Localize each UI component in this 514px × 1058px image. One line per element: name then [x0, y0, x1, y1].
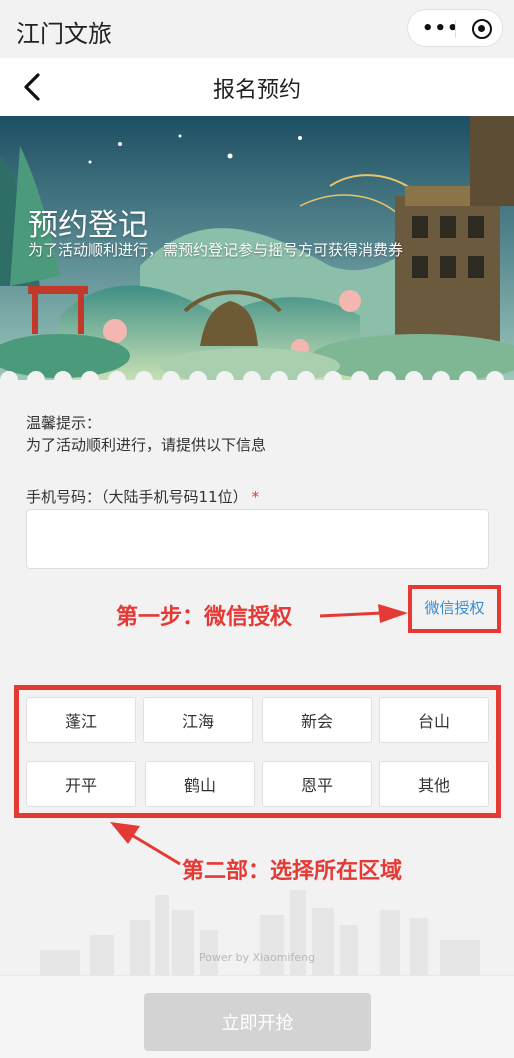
region-button-kaiping[interactable]: 开平	[26, 761, 136, 807]
submit-button[interactable]: 立即开抢	[144, 993, 371, 1051]
banner: 预约登记 为了活动顺利进行，需预约登记参与摇号方可获得消费券	[0, 116, 514, 380]
tip-title: 温馨提示：	[26, 414, 102, 432]
capsule-menu: •••	[407, 9, 503, 47]
wechat-auth-link[interactable]: 微信授权	[412, 597, 497, 618]
banner-title: 预约登记	[28, 208, 148, 243]
app-title: 江门文旅	[16, 20, 112, 48]
tip-text: 为了活动顺利进行，请提供以下信息	[26, 436, 267, 454]
phone-label-text: 手机号码：（大陆手机号码11位）	[26, 488, 248, 506]
wechat-auth-highlight: 微信授权	[408, 585, 501, 633]
page-title: 报名预约	[212, 78, 301, 103]
page: 江门文旅 ••• 报名预约 预约登记 为了活动顺利进行，需预约登记参与摇号方可获…	[0, 0, 514, 1058]
capsule-divider	[455, 20, 456, 38]
navbar: 报名预约	[0, 58, 514, 116]
arrow-right-icon	[319, 604, 408, 623]
region-button-xinhui[interactable]: 新会	[262, 697, 372, 743]
mini-program-topbar: 江门文旅 •••	[0, 0, 514, 58]
region-button-enping[interactable]: 恩平	[262, 761, 372, 807]
region-button-heshan[interactable]: 鹤山	[145, 761, 255, 807]
banner-subtitle: 为了活动顺利进行，需预约登记参与摇号方可获得消费券	[28, 241, 404, 259]
region-button-other[interactable]: 其他	[379, 761, 489, 807]
target-icon[interactable]	[472, 19, 492, 39]
region-grid: 蓬江 江海 新会 台山 开平 鹤山 恩平 其他	[26, 697, 490, 807]
bottom-bar: 立即开抢	[0, 975, 514, 1058]
more-dots-icon[interactable]: •••	[422, 18, 460, 39]
city-skyline-illustration	[40, 890, 480, 980]
phone-input[interactable]	[26, 509, 489, 569]
region-button-taishan[interactable]: 台山	[379, 697, 489, 743]
required-mark: *	[251, 488, 260, 506]
powered-by-text: Power by Xiaomifeng	[198, 951, 316, 964]
region-button-jianghai[interactable]: 江海	[143, 697, 253, 743]
phone-label: 手机号码：（大陆手机号码11位） *	[26, 486, 259, 507]
arrow-up-left-icon	[110, 822, 181, 866]
annotation-step1: 第一步：微信授权	[116, 605, 293, 630]
region-button-pengjiang[interactable]: 蓬江	[26, 697, 136, 743]
